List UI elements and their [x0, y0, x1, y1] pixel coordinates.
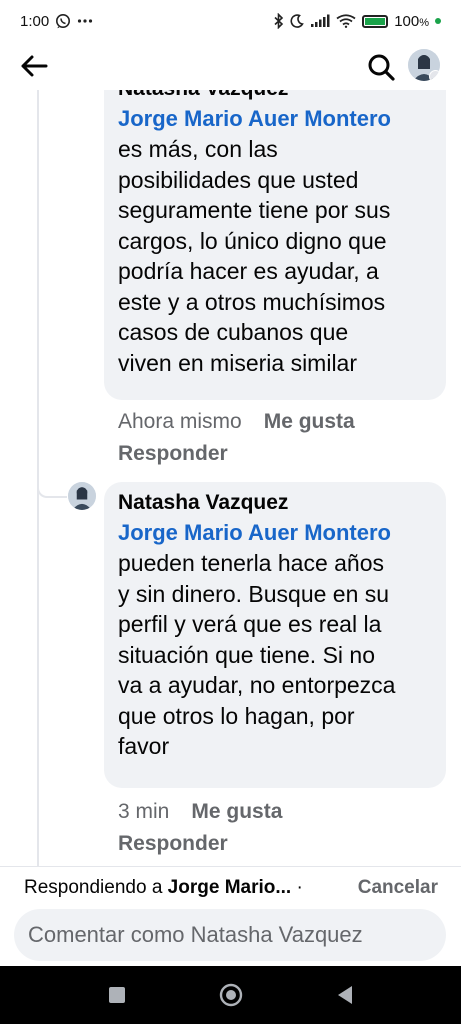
comment-text: pueden tenerla hace años y sin dinero. B…: [118, 548, 432, 762]
back-arrow-icon: [21, 55, 48, 77]
status-right: 100%: [274, 13, 441, 30]
comment-input[interactable]: [14, 909, 446, 961]
comment-line: es más, con las: [118, 136, 278, 162]
reply-button[interactable]: Responder: [118, 828, 282, 860]
replying-name: Jorge Mario...: [167, 877, 292, 898]
comment-author[interactable]: Natasha Vazquez: [118, 488, 432, 518]
replying-to: Respondiendo a Jorge Mario... · Cancelar: [24, 875, 444, 901]
status-time: 1:00: [20, 12, 50, 30]
comment-line: pueden tenerla hace años: [118, 550, 384, 576]
comment-time: Ahora mismo: [118, 410, 242, 433]
comment-line: perfil y verá que es real la: [118, 611, 382, 637]
comment-line: favor: [118, 733, 170, 759]
status-left: 1:00: [20, 13, 93, 30]
recents-square-icon: [108, 987, 125, 1003]
battery-text: 100: [394, 12, 420, 30]
home-button[interactable]: [211, 975, 251, 1015]
back-button[interactable]: [18, 52, 50, 80]
moon-icon: [290, 14, 304, 28]
like-button[interactable]: Me gusta: [191, 800, 282, 823]
commenter-avatar[interactable]: [68, 482, 96, 510]
reply-connector: [37, 486, 67, 498]
reply-bar: Respondiendo a Jorge Mario... · Cancelar: [0, 866, 461, 966]
bluetooth-icon: [274, 13, 284, 29]
profile-avatar-button[interactable]: [408, 49, 440, 81]
comment-author[interactable]: Natasha Vazquez: [118, 90, 432, 104]
search-icon: [368, 54, 395, 81]
cancel-reply-button[interactable]: Cancelar: [358, 875, 438, 901]
replying-separator: ·: [296, 877, 303, 898]
back-triangle-icon: [337, 986, 352, 1004]
more-dots-icon: [77, 18, 93, 24]
avatar: [68, 482, 96, 510]
comment-line: este y a otros muchísimos: [118, 288, 386, 315]
chevron-down-icon: [429, 70, 440, 81]
comment-line: viven en miseria similar: [118, 349, 358, 376]
like-button[interactable]: Me gusta: [264, 410, 355, 433]
home-circle-icon: [219, 983, 242, 1007]
comment-mention[interactable]: Jorge Mario Auer Montero: [118, 104, 432, 134]
comment-line: va a ayudar, no entorpezca: [118, 672, 396, 698]
battery-body: [362, 14, 389, 28]
comment-line: y sin dinero. Busque en su: [118, 580, 390, 607]
comment-bubble[interactable]: Natasha Vazquez Jorge Mario Auer Montero…: [104, 482, 446, 788]
reply-button[interactable]: Responder: [118, 438, 355, 470]
comment-line: seguramente tiene por sus: [118, 197, 391, 223]
comment-line: posibilidades que usted: [118, 166, 359, 193]
app-header: [0, 42, 461, 90]
status-bar: 1:00 100%: [0, 0, 461, 42]
whatsapp-icon: [55, 13, 71, 29]
signal-icon: [310, 14, 330, 28]
comment-thread[interactable]: Natasha Vazquez Jorge Mario Auer Montero…: [0, 90, 461, 866]
comment-line: que otros lo hagan, por: [118, 702, 355, 729]
comment-meta: Ahora mismo Me gusta Responder: [118, 406, 355, 470]
comment-mention[interactable]: Jorge Mario Auer Montero: [118, 518, 432, 548]
comment-line: casos de cubanos que: [118, 319, 349, 345]
comment-line: podría hacer es ayudar, a: [118, 258, 379, 284]
system-nav-bar: [0, 966, 461, 1024]
battery-icon: [362, 14, 389, 28]
thread-line: [37, 90, 39, 866]
recents-button[interactable]: [97, 975, 137, 1015]
comment-meta: 3 min Me gusta Responder: [118, 796, 282, 860]
replying-prefix: Respondiendo a: [24, 877, 163, 898]
comment-bubble[interactable]: Natasha Vazquez Jorge Mario Auer Montero…: [104, 90, 446, 400]
comment-text: es más, con las posibilidades que usted …: [118, 134, 432, 378]
comment-time: 3 min: [118, 800, 170, 823]
back-nav-button[interactable]: [325, 975, 365, 1015]
charging-dot-icon: [435, 18, 441, 24]
battery-percent: 100%: [394, 12, 429, 30]
comment-line: situación que tiene. Si no: [118, 641, 376, 668]
wifi-icon: [336, 14, 356, 28]
comment-line: cargos, lo único digno que: [118, 227, 387, 254]
search-button[interactable]: [364, 50, 398, 84]
